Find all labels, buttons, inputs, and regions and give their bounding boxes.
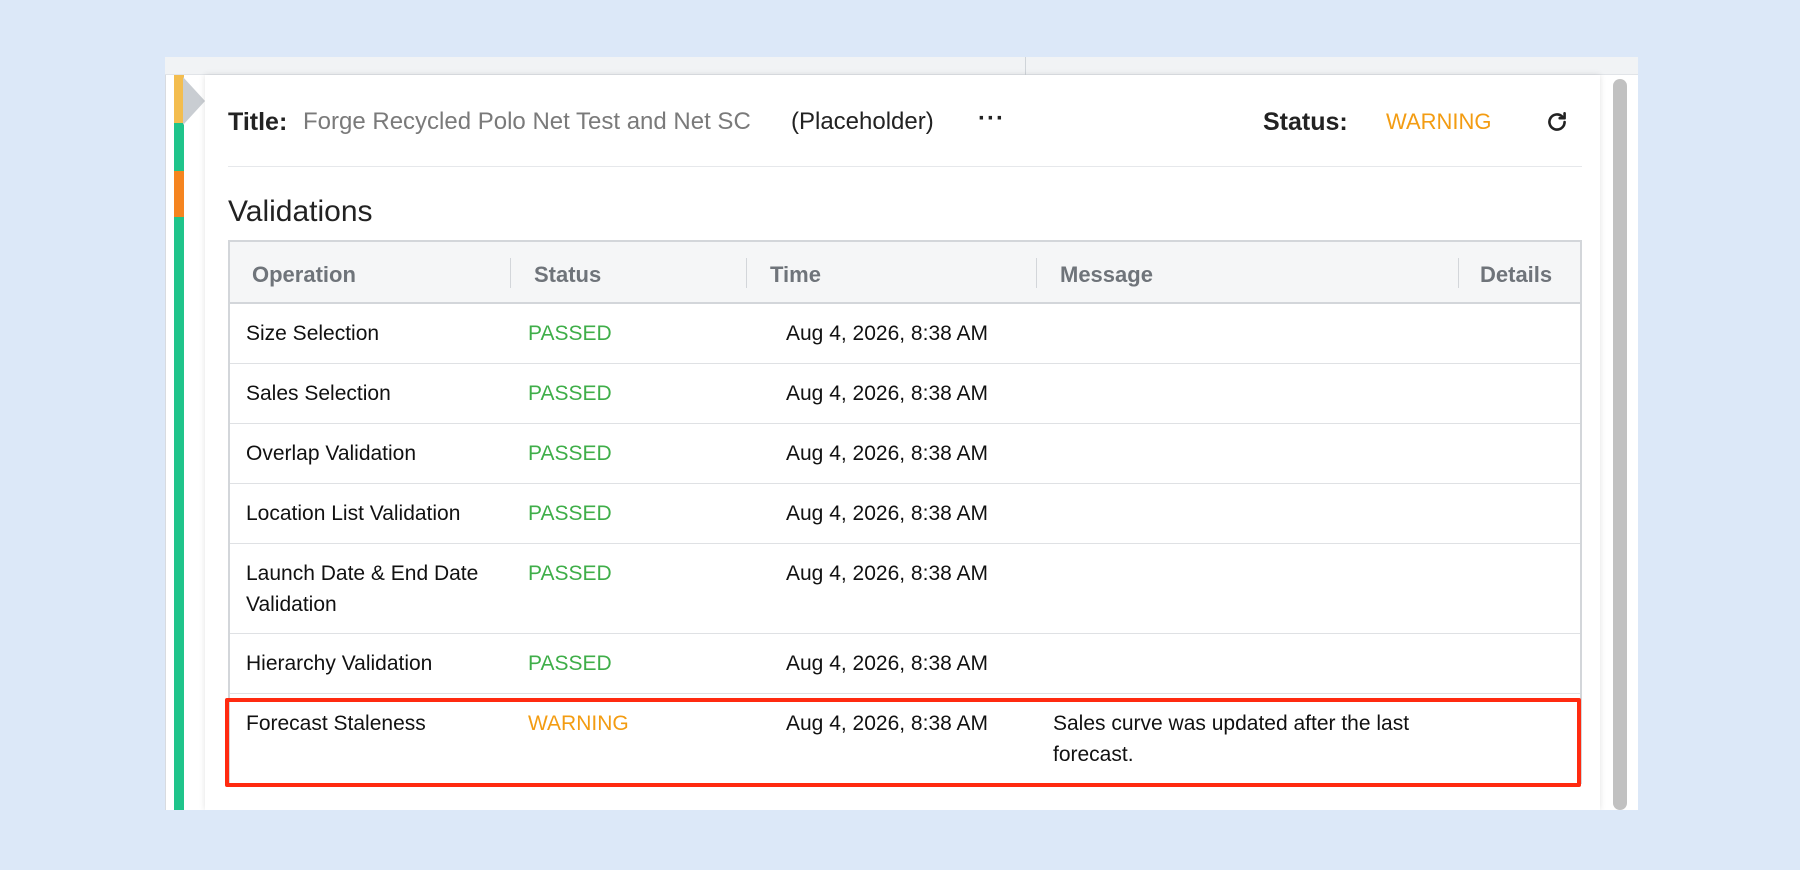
table-row[interactable]: Forecast Staleness WARNING Aug 4, 2026, …: [230, 694, 1580, 784]
table-row[interactable]: Overlap Validation PASSED Aug 4, 2026, 8…: [230, 424, 1580, 484]
cell-operation: Size Selection: [246, 322, 380, 345]
column-divider[interactable]: [1036, 258, 1037, 288]
cell-status: PASSED: [528, 322, 612, 345]
row-color-marker: [174, 217, 184, 810]
cell-operation: Forecast Staleness: [246, 712, 426, 735]
cell-message: Sales curve was updated after the last f…: [1053, 712, 1410, 766]
panel-header: Title: Forge Recycled Polo Net Test and …: [228, 75, 1582, 167]
cell-operation: Sales Selection: [246, 382, 391, 405]
section-title: Validations: [228, 195, 373, 228]
validation-panel: Title: Forge Recycled Polo Net Test and …: [205, 75, 1600, 810]
more-options-button[interactable]: ···: [978, 105, 1005, 133]
row-color-marker: [174, 171, 184, 217]
column-divider[interactable]: [510, 258, 511, 288]
cell-time: Aug 4, 2026, 8:38 AM: [786, 382, 988, 405]
table-row[interactable]: Launch Date & End Date Validation PASSED…: [230, 544, 1580, 634]
cell-time: Aug 4, 2026, 8:38 AM: [786, 502, 988, 525]
title-value: Forge Recycled Polo Net Test and Net SC: [303, 108, 751, 135]
row-color-strip: [165, 75, 205, 810]
refresh-icon[interactable]: [1544, 109, 1570, 135]
grid-divider: [1025, 57, 1026, 75]
row-pointer-icon: [183, 77, 205, 125]
status-label: Status:: [1263, 108, 1348, 136]
cell-status: PASSED: [528, 502, 612, 525]
cell-operation: Launch Date & End Date Validation: [246, 562, 479, 616]
table-row[interactable]: Sales Selection PASSED Aug 4, 2026, 8:38…: [230, 364, 1580, 424]
cell-time: Aug 4, 2026, 8:38 AM: [786, 562, 988, 585]
column-header-status[interactable]: Status: [534, 262, 601, 288]
cell-status: PASSED: [528, 442, 612, 465]
cell-status: PASSED: [528, 382, 612, 405]
title-label: Title:: [228, 108, 288, 136]
cell-operation: Location List Validation: [246, 502, 461, 525]
validations-table: Operation Status Time Message Details Si…: [228, 240, 1582, 784]
column-header-time[interactable]: Time: [770, 262, 821, 288]
grid-header-strip: [165, 57, 1638, 75]
cell-time: Aug 4, 2026, 8:38 AM: [786, 652, 988, 675]
cell-operation: Overlap Validation: [246, 442, 417, 465]
table-row[interactable]: Location List Validation PASSED Aug 4, 2…: [230, 484, 1580, 544]
cell-time: Aug 4, 2026, 8:38 AM: [786, 712, 988, 735]
cell-status: WARNING: [528, 712, 629, 735]
scrollbar[interactable]: [1613, 79, 1627, 810]
column-divider[interactable]: [1458, 258, 1459, 288]
table-header: Operation Status Time Message Details: [230, 242, 1580, 304]
status-value: WARNING: [1386, 109, 1492, 134]
title-suffix: (Placeholder): [791, 108, 934, 135]
app-frame: Title: Forge Recycled Polo Net Test and …: [165, 57, 1638, 810]
cell-time: Aug 4, 2026, 8:38 AM: [786, 322, 988, 345]
cell-status: PASSED: [528, 652, 612, 675]
cell-operation: Hierarchy Validation: [246, 652, 433, 675]
cell-time: Aug 4, 2026, 8:38 AM: [786, 442, 988, 465]
table-row[interactable]: Hierarchy Validation PASSED Aug 4, 2026,…: [230, 634, 1580, 694]
column-header-details[interactable]: Details: [1480, 262, 1552, 288]
column-divider[interactable]: [746, 258, 747, 288]
column-header-message[interactable]: Message: [1060, 262, 1153, 288]
table-row[interactable]: Size Selection PASSED Aug 4, 2026, 8:38 …: [230, 304, 1580, 364]
cell-status: PASSED: [528, 562, 612, 585]
column-header-operation[interactable]: Operation: [252, 262, 356, 288]
